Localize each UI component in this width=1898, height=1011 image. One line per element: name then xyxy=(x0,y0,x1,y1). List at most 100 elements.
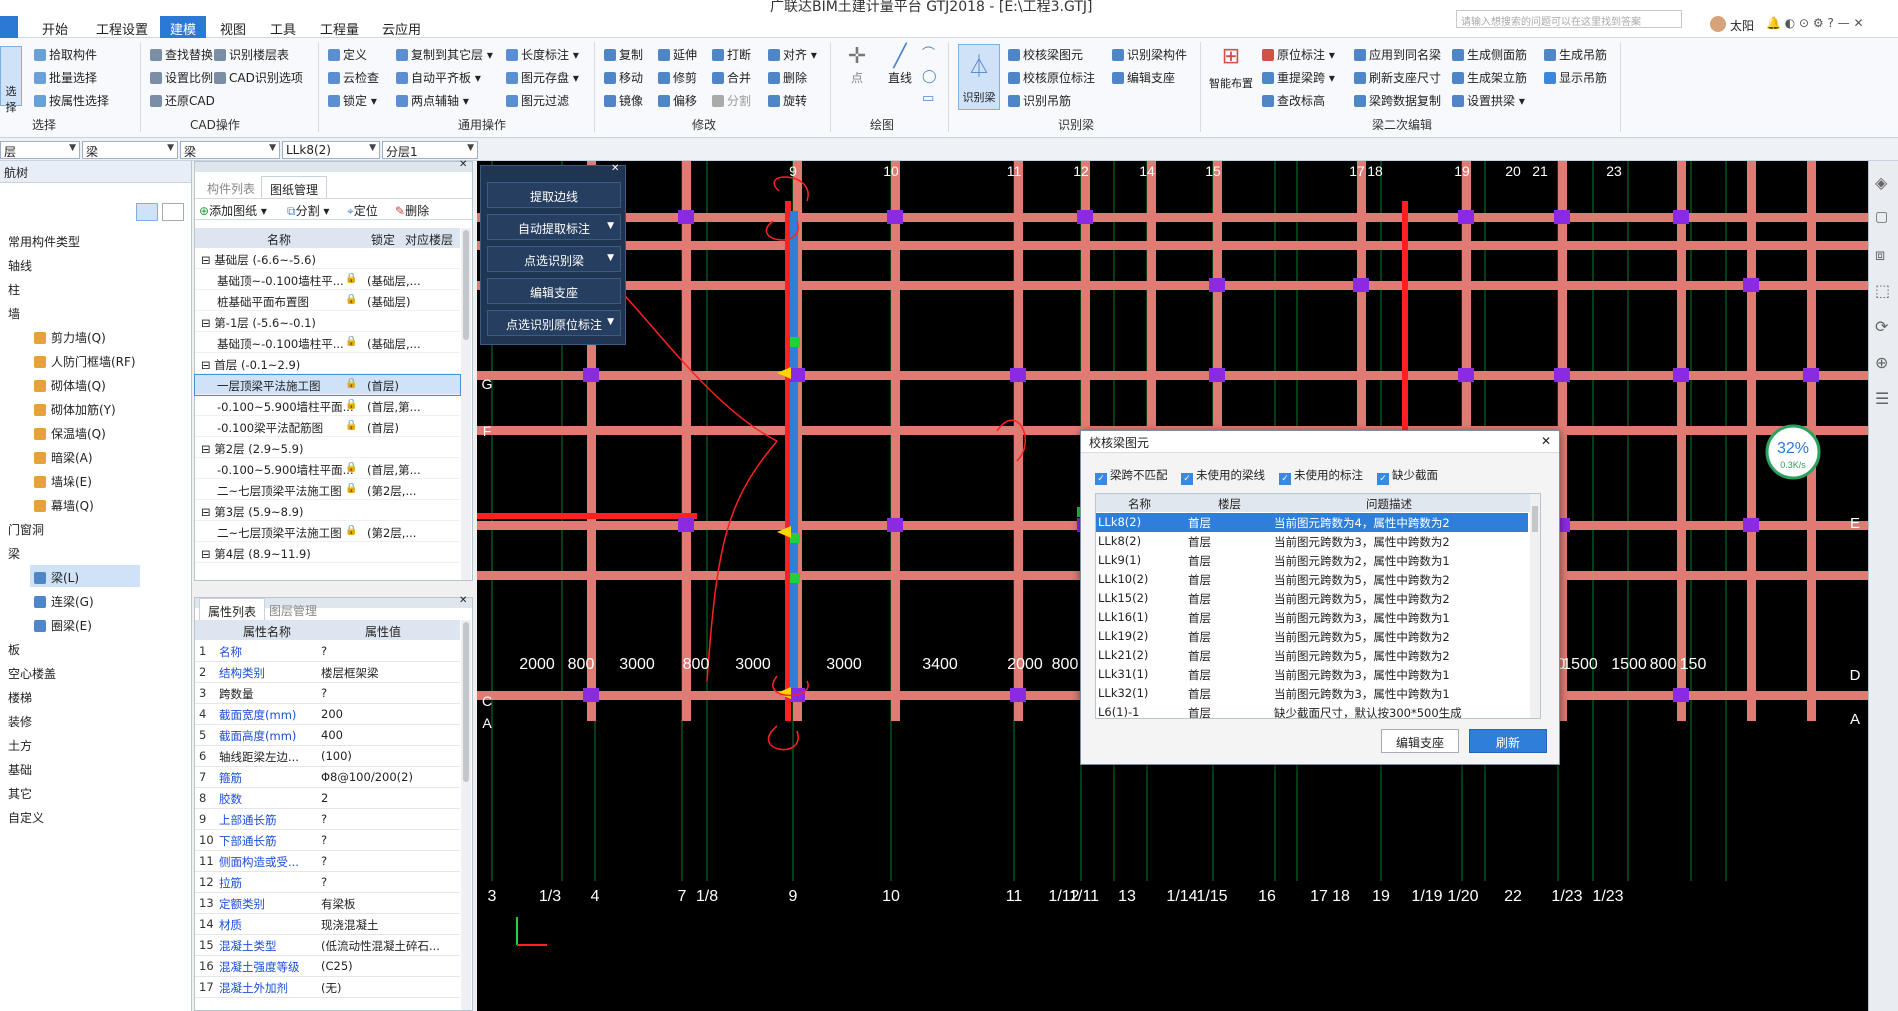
auto-extract-label-button[interactable]: 自动提取标注 ▼ xyxy=(487,214,621,240)
close-icon[interactable]: ✕ xyxy=(459,159,467,170)
show-hanger-checkbox[interactable]: 显示吊筋 xyxy=(1544,69,1607,86)
property-value[interactable]: 楼层框架梁 xyxy=(321,665,457,681)
property-value[interactable]: ? xyxy=(321,812,457,826)
copy-span-data-button[interactable]: 梁跨数据复制 xyxy=(1354,92,1441,109)
delete-button[interactable]: 删除 xyxy=(768,69,807,86)
extract-edge-button[interactable]: 提取边线 xyxy=(487,182,621,208)
auto-flush-slab-button[interactable]: 自动平齐板 ▾ xyxy=(396,69,481,86)
in-situ-label-button[interactable]: 原位标注 ▾ xyxy=(1262,46,1335,63)
copy-to-floor-button[interactable]: 复制到其它层 ▾ xyxy=(396,46,493,63)
property-row[interactable]: 17 混凝土外加剂 (无) xyxy=(195,977,460,998)
floor-group-row[interactable]: ⊟ 第-1层 (-5.6~-0.1) xyxy=(195,312,460,332)
property-row[interactable]: 3 跨数量? xyxy=(195,683,460,704)
merge-button[interactable]: 合并 xyxy=(712,69,751,86)
nav-foundation[interactable]: 基础 xyxy=(8,761,32,778)
scrollbar[interactable] xyxy=(461,228,471,580)
missing-section-checkbox[interactable]: ✓ 缺少截面 xyxy=(1377,467,1438,485)
nav-ring-beam[interactable]: 圈梁(E) xyxy=(34,617,92,634)
property-row[interactable]: 10 下部通长筋? xyxy=(195,830,460,851)
cad-options-button[interactable]: CAD识别选项 xyxy=(214,69,303,86)
tab-drawing-management[interactable]: 图纸管理 xyxy=(261,176,328,198)
lock-icon[interactable]: 🔒 xyxy=(345,378,357,389)
floor-group-row[interactable]: ⊟ 第3层 (5.9~8.9) xyxy=(195,501,460,521)
element-save-button[interactable]: 图元存盘 ▾ xyxy=(506,69,579,86)
user-avatar[interactable] xyxy=(1710,16,1726,32)
floor-group-row[interactable]: ⊟ 首层 (-0.1~2.9) xyxy=(195,354,460,374)
re-extract-span-button[interactable]: 重提梁跨 ▾ xyxy=(1262,69,1335,86)
property-value[interactable]: ? xyxy=(321,875,457,889)
smart-layout-button[interactable]: ⊞ 智能布置 xyxy=(1206,44,1256,91)
property-value[interactable]: (低流动性混凝土碎石... xyxy=(321,938,457,954)
nav-other[interactable]: 其它 xyxy=(8,785,32,802)
close-icon[interactable]: ✕ xyxy=(459,595,467,606)
nav-hollow-floor[interactable]: 空心楼盖 xyxy=(8,665,56,682)
nav-hidden-beam[interactable]: 暗梁(A) xyxy=(34,449,93,466)
menu-quantity[interactable]: 工程量 xyxy=(320,19,359,38)
nav-decoration[interactable]: 装修 xyxy=(8,713,32,730)
two-point-axis-button[interactable]: 两点辅轴 ▾ xyxy=(396,92,469,109)
property-value[interactable]: 200 xyxy=(321,707,457,721)
nav-masonry-rebar[interactable]: 砌体加筋(Y) xyxy=(34,401,116,418)
3d-box-icon[interactable]: ⧈ xyxy=(1875,245,1885,265)
drawing-row[interactable]: 二~七层顶梁平法施工图 🔒 (第2层,... xyxy=(195,522,460,542)
unused-label-checkbox[interactable]: ✓ 未使用的标注 xyxy=(1279,467,1363,485)
window-controls[interactable]: 🔔 ◐ ⊙ ⚙ ? — ✕ xyxy=(1766,16,1864,30)
nav-beam-l[interactable]: 梁(L) xyxy=(30,565,140,587)
nav-coupling-beam[interactable]: 连梁(G) xyxy=(34,593,94,610)
menu-project-settings[interactable]: 工程设置 xyxy=(96,19,148,38)
drawing-row[interactable]: 基础顶~-0.100墙柱平... 🔒 (基础层,... xyxy=(195,333,460,353)
refresh-button[interactable]: 刷新 xyxy=(1469,729,1547,753)
nav-wall-stack[interactable]: 墙垛(E) xyxy=(34,473,92,490)
nav-slab[interactable]: 板 xyxy=(8,641,20,658)
check-beam-elements-button[interactable]: 校核梁图元 xyxy=(1008,46,1083,63)
app-logo[interactable] xyxy=(0,16,18,38)
point-recognize-insitu-button[interactable]: 点选识别原位标注 ▼ xyxy=(487,310,621,336)
apply-same-name-button[interactable]: 应用到同名梁 xyxy=(1354,46,1441,63)
floor-group-row[interactable]: ⊟ 基础层 (-6.6~-5.6) xyxy=(195,249,460,269)
lock-icon[interactable]: 🔒 xyxy=(345,420,357,431)
category-select[interactable]: 梁 ▼ xyxy=(82,141,178,159)
locate-button[interactable]: ⌖定位 xyxy=(347,202,378,219)
property-row[interactable]: 5 截面高度(mm) 400 xyxy=(195,725,460,746)
property-value[interactable]: ? xyxy=(321,644,457,658)
nav-column[interactable]: 柱 xyxy=(8,281,20,298)
issue-row[interactable]: LLk8(2) 首层 当前图元跨数为4，属性中跨数为2 xyxy=(1096,513,1528,532)
rotate-view-icon[interactable]: ⟳ xyxy=(1875,317,1888,336)
nav-custom[interactable]: 自定义 xyxy=(8,809,44,826)
issue-row[interactable]: LLk32(1) 首层 当前图元跨数为3，属性中跨数为1 xyxy=(1096,684,1528,703)
property-row[interactable]: 12 拉筋? xyxy=(195,872,460,893)
define-button[interactable]: 定义 xyxy=(328,46,367,63)
zoom-icon[interactable]: ⊕ xyxy=(1875,353,1888,372)
nav-door-window[interactable]: 门窗洞 xyxy=(8,521,44,538)
layers-icon[interactable]: ☰ xyxy=(1875,389,1889,408)
batch-select-button[interactable]: 批量选择 xyxy=(34,69,97,86)
span-mismatch-checkbox[interactable]: ✓ 梁跨不匹配 xyxy=(1095,467,1168,485)
drawing-row[interactable]: -0.100~5.900墙柱平面... 🔒 (首层,第... xyxy=(195,459,460,479)
lock-icon[interactable]: 🔒 xyxy=(345,273,357,284)
property-row[interactable]: 11 侧面构造或受...? xyxy=(195,851,460,872)
scrollbar[interactable] xyxy=(1530,494,1540,718)
recognize-floor-table-button[interactable]: 识别楼层表 xyxy=(214,46,289,63)
property-row[interactable]: 14 材质 现浇混凝土 xyxy=(195,914,460,935)
issue-row[interactable]: LLk31(1) 首层 当前图元跨数为3，属性中跨数为1 xyxy=(1096,665,1528,684)
lock-icon[interactable]: 🔒 xyxy=(345,462,357,473)
property-value[interactable]: Φ8@100/200(2) xyxy=(321,770,457,784)
list-view-icon[interactable] xyxy=(136,203,158,221)
point-recognize-beam-button[interactable]: 点选识别梁 ▼ xyxy=(487,246,621,272)
edit-elevation-button[interactable]: 查改标高 xyxy=(1262,92,1325,109)
property-row[interactable]: 13 定额类别 有梁板 xyxy=(195,893,460,914)
align-button[interactable]: 对齐 ▾ xyxy=(768,46,817,63)
property-value[interactable]: (C25) xyxy=(321,959,457,973)
pick-component-button[interactable]: 拾取构件 xyxy=(34,46,97,63)
lock-button[interactable]: 锁定 ▾ xyxy=(328,92,377,109)
split-drawing-button[interactable]: ⧉分割 ▾ xyxy=(287,202,329,219)
element-filter-button[interactable]: 图元过滤 xyxy=(506,92,569,109)
issue-row[interactable]: LLk8(2) 首层 当前图元跨数为3，属性中跨数为2 xyxy=(1096,532,1528,551)
menu-view[interactable]: 视图 xyxy=(220,19,246,38)
layer-select[interactable]: 分层1 ▼ xyxy=(382,141,478,159)
break-button[interactable]: 打断 xyxy=(712,46,751,63)
menu-tools[interactable]: 工具 xyxy=(270,19,296,38)
drawing-row[interactable]: -0.100~5.900墙柱平面... 🔒 (首层,第... xyxy=(195,396,460,416)
trim-button[interactable]: 修剪 xyxy=(658,69,697,86)
nav-insulation-wall[interactable]: 保温墙(Q) xyxy=(34,425,106,442)
